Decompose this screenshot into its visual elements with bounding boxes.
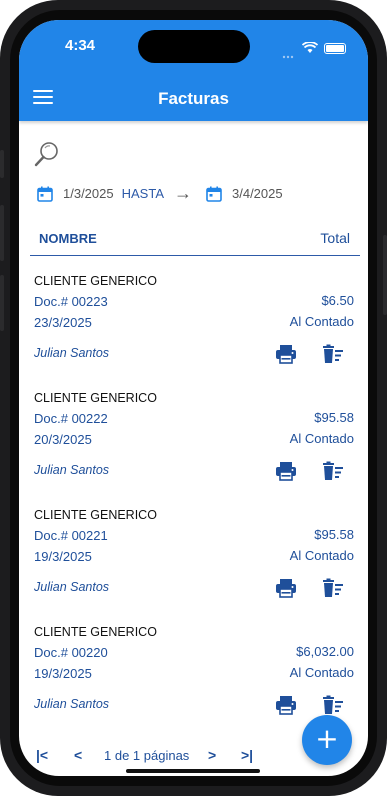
date-range-filter: 1/3/2025 HASTA → 3/4/2025 xyxy=(37,183,283,204)
home-indicator xyxy=(126,769,260,773)
column-header-nombre: NOMBRE xyxy=(39,231,97,246)
print-icon[interactable] xyxy=(275,461,297,481)
page-indicator: 1 de 1 páginas xyxy=(104,748,190,763)
add-invoice-button[interactable]: + xyxy=(302,715,352,765)
calendar-icon xyxy=(37,186,53,202)
wifi-icon xyxy=(301,39,319,58)
payment-type: Al Contado xyxy=(289,548,354,563)
invoice-card[interactable]: CLIENTE GENERICO Doc.# 00223 $6.50 23/3/… xyxy=(19,274,368,391)
client-name: CLIENTE GENERICO xyxy=(34,508,157,522)
doc-number[interactable]: Doc.# 00222 xyxy=(34,411,108,426)
app-bar: 4:34 Facturas xyxy=(19,20,368,121)
side-button xyxy=(0,275,4,331)
doc-number[interactable]: Doc.# 00223 xyxy=(34,294,108,309)
invoice-date: 19/3/2025 xyxy=(34,666,92,681)
delete-icon[interactable] xyxy=(322,578,344,598)
payment-type: Al Contado xyxy=(289,665,354,680)
delete-icon[interactable] xyxy=(322,461,344,481)
payment-type: Al Contado xyxy=(289,314,354,329)
side-button xyxy=(0,205,4,261)
delete-icon[interactable] xyxy=(322,695,344,715)
search-icon[interactable] xyxy=(33,140,61,168)
seller-name: Julian Santos xyxy=(34,346,110,360)
cellular-icon xyxy=(282,44,296,58)
date-from-picker[interactable]: 1/3/2025 xyxy=(37,186,114,202)
table-header: NOMBRE Total xyxy=(30,228,360,256)
hasta-label: HASTA xyxy=(121,186,164,201)
doc-number[interactable]: Doc.# 00221 xyxy=(34,528,108,543)
battery-icon xyxy=(324,43,346,54)
first-page-button[interactable]: |< xyxy=(36,747,48,763)
date-to-picker[interactable]: 3/4/2025 xyxy=(206,186,283,202)
seller-name: Julian Santos xyxy=(34,580,110,594)
date-to-value: 3/4/2025 xyxy=(232,186,283,201)
status-icons xyxy=(282,39,346,58)
search-button[interactable] xyxy=(33,140,61,172)
side-button xyxy=(383,235,387,315)
column-header-total: Total xyxy=(320,230,350,246)
client-name: CLIENTE GENERICO xyxy=(34,274,157,288)
invoice-date: 20/3/2025 xyxy=(34,432,92,447)
invoice-amount: $6.50 xyxy=(321,293,354,308)
print-icon[interactable] xyxy=(275,578,297,598)
app-screen: 4:34 Facturas 1/3/2025 HASTA → 3/4/2025 … xyxy=(19,20,368,776)
page-title: Facturas xyxy=(158,89,229,108)
dynamic-island xyxy=(138,30,250,63)
print-icon[interactable] xyxy=(275,695,297,715)
doc-number[interactable]: Doc.# 00220 xyxy=(34,645,108,660)
next-page-button[interactable]: > xyxy=(208,747,216,763)
delete-icon[interactable] xyxy=(322,344,344,364)
seller-name: Julian Santos xyxy=(34,463,110,477)
invoice-card[interactable]: CLIENTE GENERICO Doc.# 00221 $95.58 19/3… xyxy=(19,508,368,625)
side-button xyxy=(0,150,4,178)
date-from-value: 1/3/2025 xyxy=(63,186,114,201)
print-icon[interactable] xyxy=(275,344,297,364)
prev-page-button[interactable]: < xyxy=(74,747,82,763)
invoice-amount: $95.58 xyxy=(314,410,354,425)
status-time: 4:34 xyxy=(65,37,96,54)
arrow-right-icon: → xyxy=(174,183,192,203)
invoice-card[interactable]: CLIENTE GENERICO Doc.# 00222 $95.58 20/3… xyxy=(19,391,368,508)
invoice-date: 23/3/2025 xyxy=(34,315,92,330)
invoice-amount: $95.58 xyxy=(314,527,354,542)
seller-name: Julian Santos xyxy=(34,697,110,711)
last-page-button[interactable]: >| xyxy=(241,747,253,763)
payment-type: Al Contado xyxy=(289,431,354,446)
calendar-icon xyxy=(206,186,222,202)
invoice-date: 19/3/2025 xyxy=(34,549,92,564)
client-name: CLIENTE GENERICO xyxy=(34,391,157,405)
client-name: CLIENTE GENERICO xyxy=(34,625,157,639)
invoice-amount: $6,032.00 xyxy=(296,644,354,659)
